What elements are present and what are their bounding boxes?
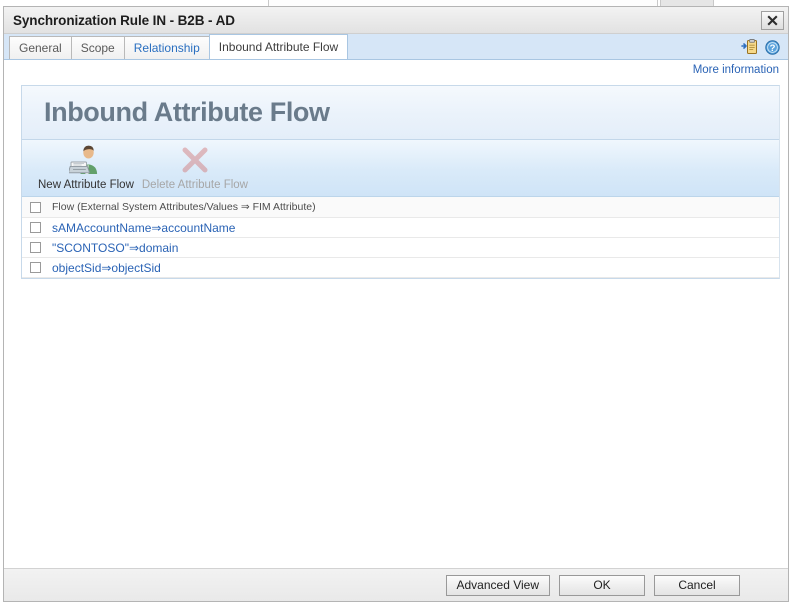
new-attribute-flow-icon-wrap <box>68 144 103 176</box>
attribute-flow-link[interactable]: "SCONTOSO"⇒domain <box>52 241 178 255</box>
tab-tools: ? <box>741 39 788 59</box>
table-row[interactable]: "SCONTOSO"⇒domain <box>22 238 779 258</box>
tab-strip: General Scope Relationship Inbound Attri… <box>4 34 788 60</box>
dialog-footer: Advanced View OK Cancel <box>4 568 788 601</box>
select-all-checkbox[interactable] <box>30 201 41 213</box>
delete-x-icon <box>182 147 208 173</box>
attribute-flow-panel: Inbound Attribute Flow New Attribute Flo… <box>21 85 780 279</box>
tab-inbound-attribute-flow[interactable]: Inbound Attribute Flow <box>208 34 349 59</box>
cancel-button[interactable]: Cancel <box>654 574 740 596</box>
sync-rule-dialog: Synchronization Rule IN - B2B - AD Gener… <box>3 6 789 602</box>
dialog-titlebar: Synchronization Rule IN - B2B - AD <box>4 7 788 34</box>
new-attribute-flow-label: New Attribute Flow <box>38 179 134 191</box>
attribute-flow-link[interactable]: objectSid⇒objectSid <box>52 261 161 275</box>
close-icon <box>767 14 778 26</box>
row-checkbox[interactable] <box>30 242 41 253</box>
attribute-flow-link[interactable]: sAMAccountName⇒accountName <box>52 221 235 235</box>
svg-text:?: ? <box>770 43 776 54</box>
ok-button[interactable]: OK <box>559 574 645 596</box>
more-information-link[interactable]: More information <box>693 64 779 76</box>
tab-general[interactable]: General <box>9 36 72 59</box>
dialog-body: More information Inbound Attribute Flow <box>4 60 788 568</box>
tab-scope[interactable]: Scope <box>70 36 125 59</box>
table-row[interactable]: objectSid⇒objectSid <box>22 258 779 278</box>
tab-relationship[interactable]: Relationship <box>123 36 210 59</box>
clipboard-paste-icon[interactable] <box>741 39 758 55</box>
attribute-flow-list: Flow (External System Attributes/Values … <box>22 197 779 278</box>
new-attribute-flow-button[interactable]: New Attribute Flow <box>34 144 138 191</box>
new-user-attribute-flow-icon <box>68 145 98 174</box>
column-header-flow: Flow (External System Attributes/Values … <box>52 201 316 213</box>
panel-title: Inbound Attribute Flow <box>44 97 330 127</box>
more-information-row: More information <box>4 60 788 80</box>
list-header-row: Flow (External System Attributes/Values … <box>22 197 779 218</box>
table-row[interactable]: sAMAccountName⇒accountName <box>22 218 779 238</box>
row-checkbox[interactable] <box>30 262 41 273</box>
dialog-title: Synchronization Rule IN - B2B - AD <box>13 12 235 28</box>
panel-toolbar: New Attribute Flow Delete Attribute Flow <box>22 140 779 197</box>
help-icon[interactable]: ? <box>765 39 780 55</box>
row-checkbox[interactable] <box>30 222 41 233</box>
advanced-view-button[interactable]: Advanced View <box>445 574 550 596</box>
delete-attribute-flow-button[interactable]: Delete Attribute Flow <box>138 144 252 191</box>
close-button[interactable] <box>761 10 784 30</box>
delete-attribute-flow-icon-wrap <box>179 144 211 176</box>
delete-attribute-flow-label: Delete Attribute Flow <box>141 179 248 191</box>
panel-header: Inbound Attribute Flow <box>22 86 779 140</box>
